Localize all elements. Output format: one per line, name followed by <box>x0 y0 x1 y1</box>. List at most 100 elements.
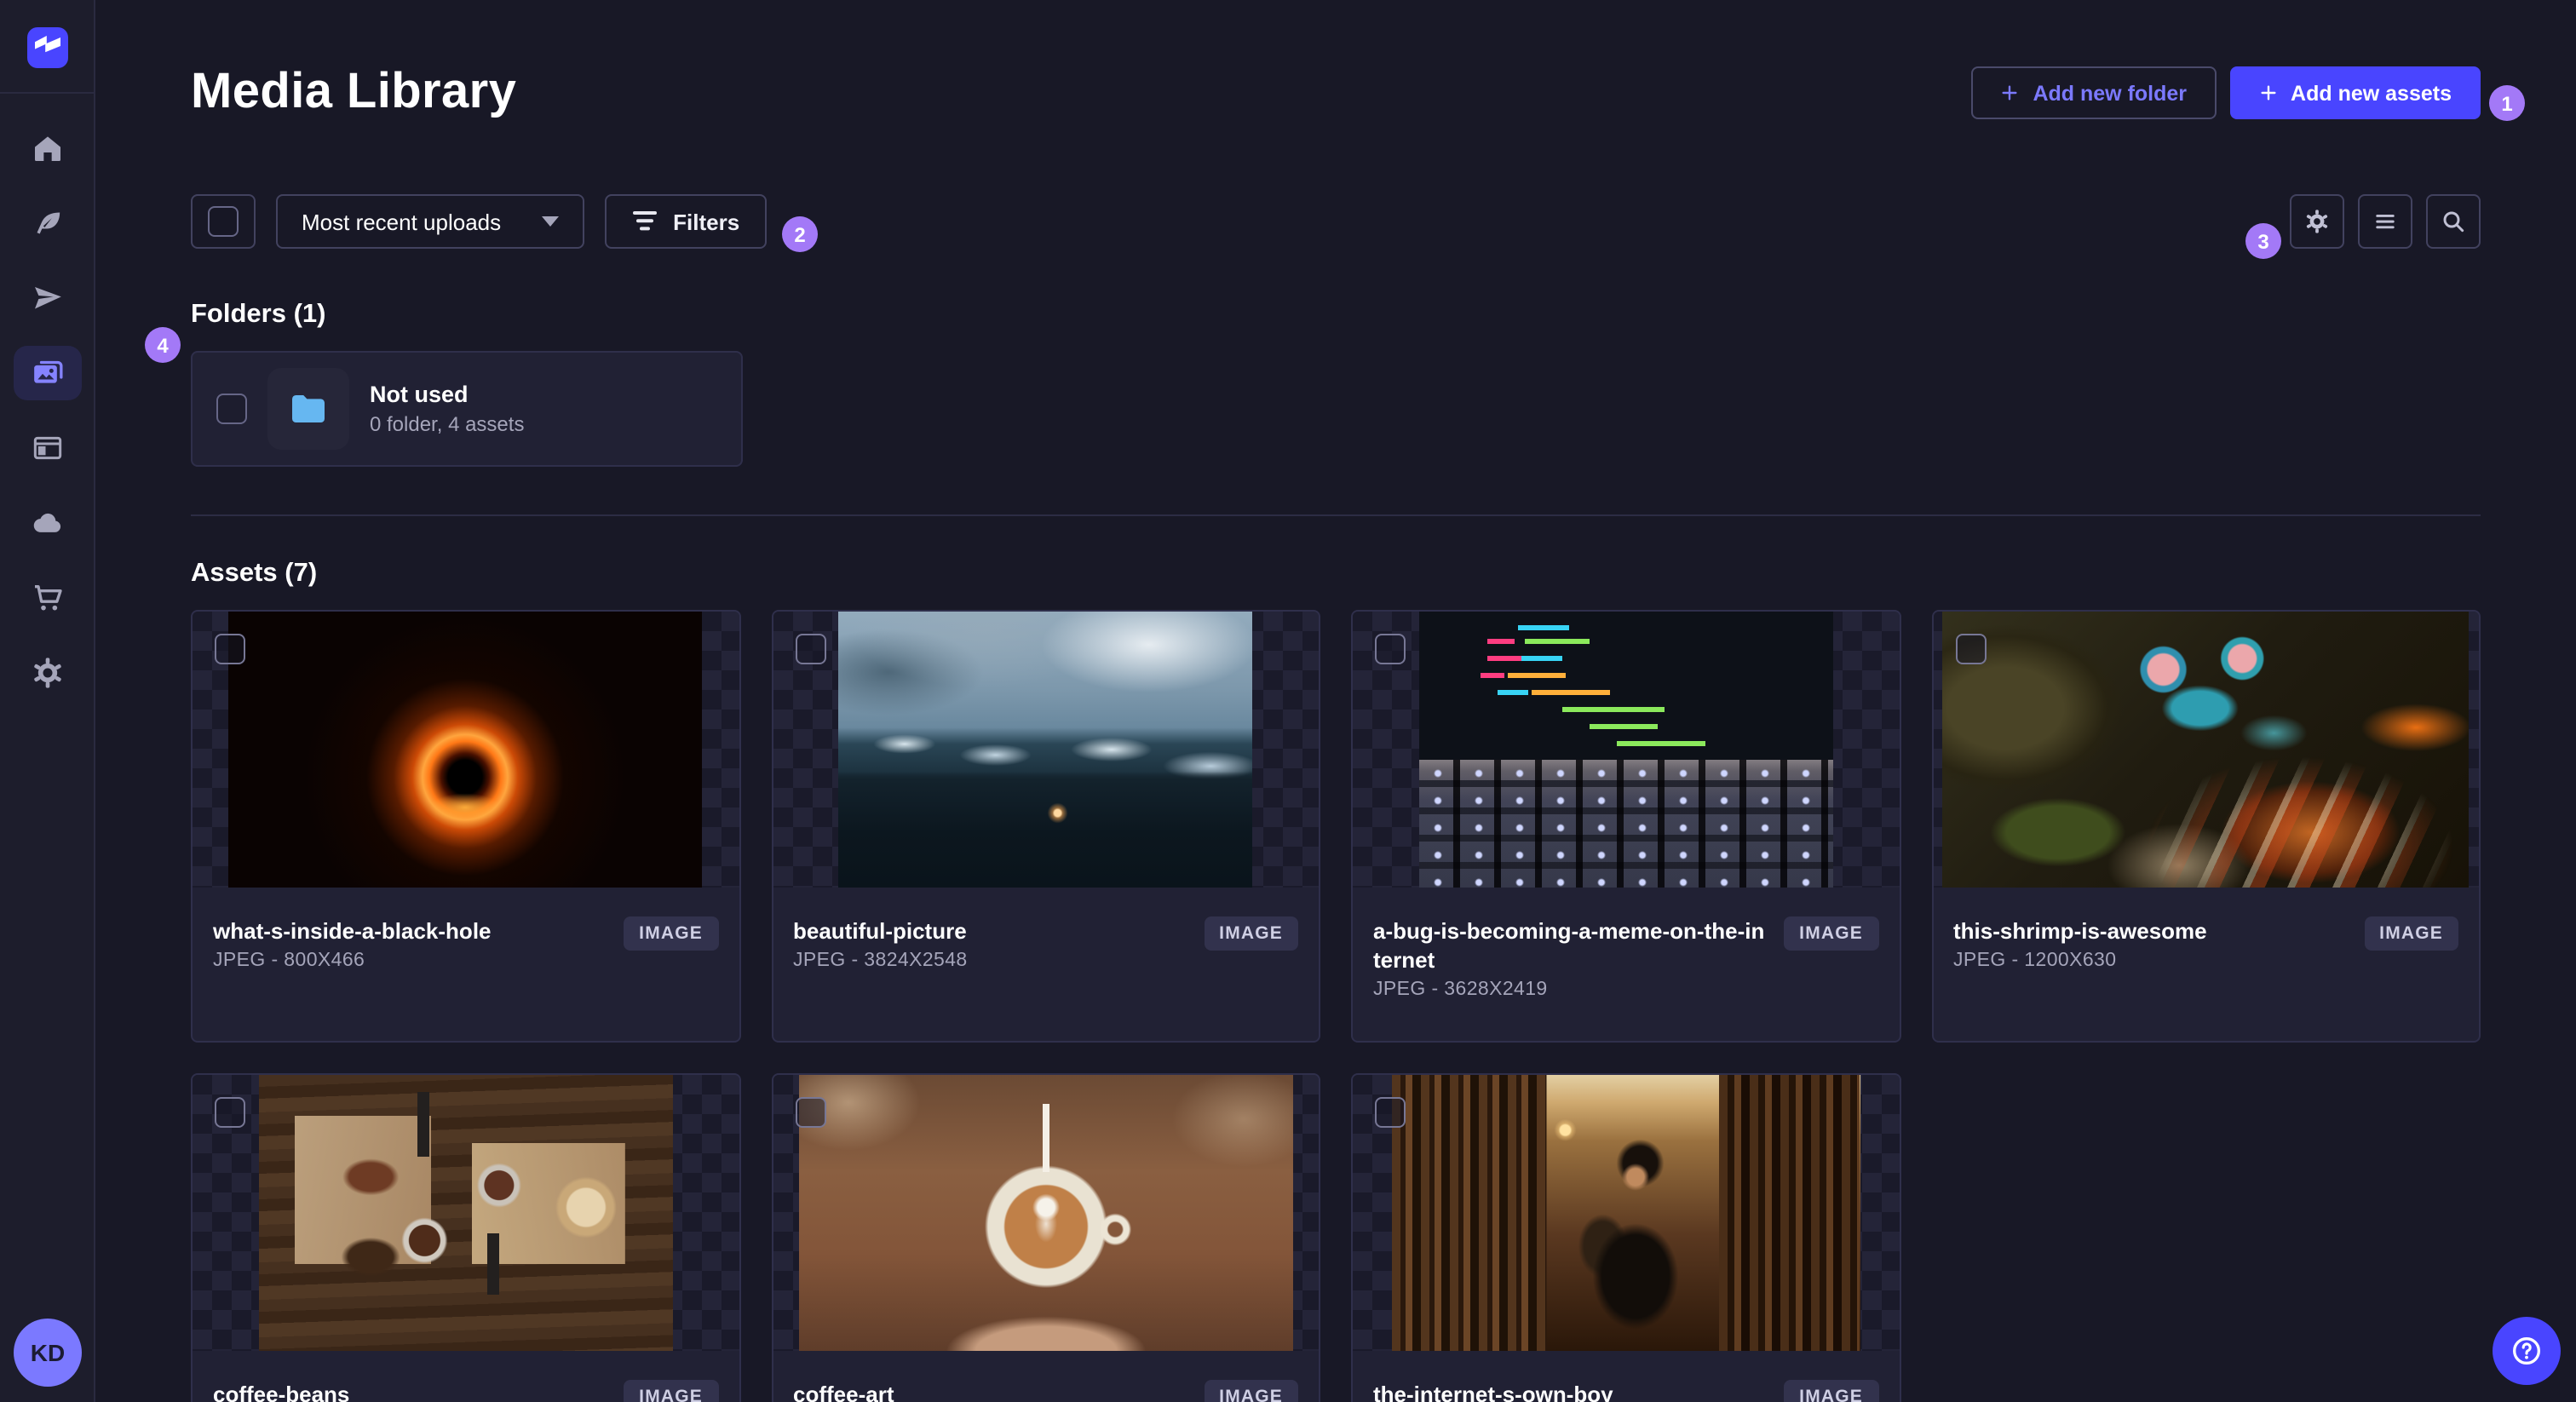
asset-name: the-internet-s-own-boy <box>1373 1382 1613 1402</box>
page-header: Media Library Add new folder Add new ass… <box>191 65 2481 121</box>
section-divider <box>191 514 2481 516</box>
asset-checkbox[interactable] <box>1375 1097 1406 1128</box>
code-image <box>1418 612 1833 888</box>
assets-heading: Assets (7) <box>191 559 318 588</box>
strapi-logo[interactable] <box>26 27 67 68</box>
feather-icon <box>36 212 60 234</box>
asset-footer: coffee-beans JPEG - 5021X3347 IMAGE <box>193 1351 739 1402</box>
coffee-art-image <box>799 1075 1292 1351</box>
asset-info: this-shrimp-is-awesome JPEG - 1200X630 <box>1953 916 2207 971</box>
sort-dropdown[interactable]: Most recent uploads <box>276 194 585 249</box>
sidebar-item-media-library[interactable] <box>13 336 81 411</box>
asset-footer: beautiful-picture JPEG - 3824X2548 IMAGE <box>773 888 1319 1012</box>
asset-checkbox[interactable] <box>215 634 245 664</box>
view-controls <box>2290 194 2481 249</box>
black-hole-image <box>228 612 703 888</box>
coffee-beans-image <box>258 1075 673 1351</box>
help-button[interactable] <box>2493 1317 2561 1385</box>
asset-checkbox[interactable] <box>795 1097 825 1128</box>
sidebar-item-content-type-builder[interactable] <box>13 186 81 261</box>
mountains-image <box>838 612 1253 888</box>
plus-icon <box>2260 85 2275 101</box>
sidebar-item-cloud[interactable] <box>13 486 81 560</box>
asset-card[interactable]: coffee-beans JPEG - 5021X3347 IMAGE <box>191 1073 740 1402</box>
asset-checkbox[interactable] <box>215 1097 245 1128</box>
asset-type-badge: IMAGE <box>2364 916 2458 951</box>
add-new-folder-button[interactable]: Add new folder <box>1971 66 2217 119</box>
search-button[interactable] <box>2426 194 2481 249</box>
checkbox <box>208 206 239 237</box>
asset-media <box>1353 1075 1899 1351</box>
active-nav-tile <box>13 346 81 400</box>
asset-card[interactable]: a-bug-is-becoming-a-meme-on-the-internet… <box>1351 610 1900 1043</box>
annotation-marker-1: 1 <box>2489 85 2525 121</box>
asset-info: coffee-art JPEG - 5824X3259 <box>793 1380 968 1402</box>
list-icon <box>2376 215 2395 229</box>
list-view-button[interactable] <box>2358 194 2412 249</box>
sidebar: KD <box>0 0 95 1402</box>
sidebar-item-home[interactable] <box>13 111 81 186</box>
asset-checkbox[interactable] <box>1375 634 1406 664</box>
asset-info: coffee-beans JPEG - 5021X3347 <box>213 1380 388 1402</box>
shrimp-image <box>1942 612 2470 888</box>
asset-name: beautiful-picture <box>793 918 967 944</box>
filters-button[interactable]: Filters <box>605 194 768 249</box>
asset-info: a-bug-is-becoming-a-meme-on-the-internet… <box>1373 916 1770 1000</box>
add-new-assets-label: Add new assets <box>2291 81 2452 105</box>
add-new-assets-button[interactable]: Add new assets <box>2229 66 2481 119</box>
annotation-marker-3: 3 <box>2245 223 2281 259</box>
asset-card[interactable]: beautiful-picture JPEG - 3824X2548 IMAGE <box>771 610 1320 1043</box>
asset-name: coffee-art <box>793 1382 894 1402</box>
asset-name: coffee-beans <box>213 1382 350 1402</box>
sidebar-item-settings[interactable] <box>13 635 81 710</box>
asset-sub: JPEG - 3628X2419 <box>1373 980 1548 1000</box>
asset-media <box>193 1075 739 1351</box>
asset-name: what-s-inside-a-black-hole <box>213 918 492 944</box>
asset-card[interactable]: what-s-inside-a-black-hole JPEG - 800X46… <box>191 610 740 1043</box>
folder-sub: 0 folder, 4 assets <box>370 412 525 436</box>
home-icon <box>34 136 60 161</box>
annotation-marker-2: 2 <box>782 216 818 252</box>
filters-label: Filters <box>673 209 740 234</box>
sidebar-item-deploy[interactable] <box>13 261 81 336</box>
sidebar-item-content-manager[interactable] <box>13 411 81 486</box>
images-icon <box>33 360 62 383</box>
asset-type-badge: IMAGE <box>1204 1380 1298 1402</box>
asset-type-badge: IMAGE <box>624 1380 718 1402</box>
asset-card[interactable]: the-internet-s-own-boy JPEG - 1200X707 I… <box>1351 1073 1900 1402</box>
folders-heading: Folders (1) <box>191 300 326 329</box>
asset-footer: a-bug-is-becoming-a-meme-on-the-internet… <box>1353 888 1899 1041</box>
logo-glyph <box>34 36 60 53</box>
asset-info: what-s-inside-a-black-hole JPEG - 800X46… <box>213 916 492 971</box>
folder-checkbox[interactable] <box>216 394 247 424</box>
asset-name: this-shrimp-is-awesome <box>1953 918 2207 944</box>
user-avatar[interactable]: KD <box>14 1319 82 1387</box>
app-window: KD Media Library Add new folder Add new … <box>0 0 2576 1402</box>
sort-dropdown-value: Most recent uploads <box>302 209 502 234</box>
settings-icon <box>2306 210 2328 233</box>
sidebar-item-marketplace[interactable] <box>13 560 81 635</box>
folder-card[interactable]: Not used 0 folder, 4 assets <box>191 351 743 467</box>
plus-icon <box>2002 85 2017 101</box>
gear-icon <box>33 658 60 688</box>
asset-type-badge: IMAGE <box>624 916 718 951</box>
asset-sub: JPEG - 1200X630 <box>1953 951 2117 971</box>
layout-icon <box>32 436 61 460</box>
select-all-checkbox[interactable] <box>191 194 256 249</box>
folder-name: Not used <box>370 382 469 407</box>
library-image <box>1391 1075 1860 1351</box>
asset-sub: JPEG - 3824X2548 <box>793 951 968 971</box>
assets-grid: what-s-inside-a-black-hole JPEG - 800X46… <box>191 610 2481 1402</box>
toolbar: Most recent uploads Filters <box>191 194 2481 249</box>
asset-card[interactable]: coffee-art JPEG - 5824X3259 IMAGE <box>771 1073 1320 1402</box>
chevron-down-icon <box>542 216 560 227</box>
page-title: Media Library <box>191 65 517 119</box>
grid-settings-button[interactable] <box>2290 194 2344 249</box>
filter-icon <box>633 211 658 231</box>
question-icon <box>2512 1336 2541 1365</box>
asset-checkbox[interactable] <box>1955 634 1986 664</box>
folder-info: Not used 0 folder, 4 assets <box>370 382 524 436</box>
asset-card[interactable]: this-shrimp-is-awesome JPEG - 1200X630 I… <box>1931 610 2481 1043</box>
asset-checkbox[interactable] <box>795 634 825 664</box>
sidebar-divider <box>0 92 94 94</box>
